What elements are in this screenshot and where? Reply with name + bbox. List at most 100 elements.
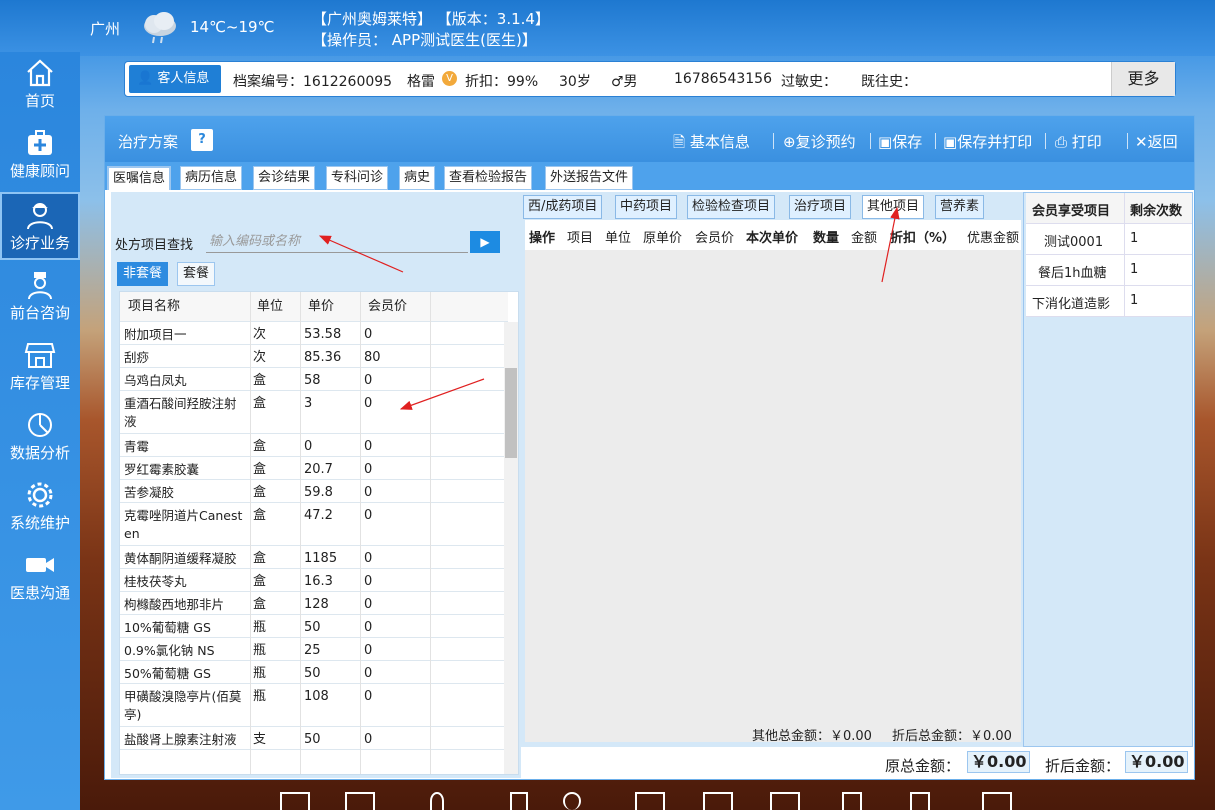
home-icon [27,59,53,87]
tab-consult-result[interactable]: 会诊结果 [253,166,316,190]
item-price: 128 [304,597,329,612]
file-icon[interactable] [635,792,665,810]
benefit-name: 餐后1h血糖 [1038,266,1107,281]
tab-external-report[interactable]: 外送报告文件 [545,166,634,190]
gear-icon [27,482,53,508]
table-row[interactable]: 餐后1h血糖 1 [1026,255,1192,286]
tab-other-items[interactable]: 其他项目 [862,195,925,219]
tab-specialty-inquiry[interactable]: 专科问诊 [326,166,389,190]
tool-icon[interactable] [510,792,528,810]
table-row[interactable]: 桂枝茯苓丸 盒 16.3 0 [120,569,508,592]
table-row[interactable]: 克霉唑阴道片Canesten 盒 47.2 0 [120,503,508,546]
table-row[interactable]: 下消化道造影 1 [1026,286,1192,317]
item-name: 乌鸡白凤丸 [124,373,187,388]
table-row[interactable]: 甲磺酸溴隐亭片(佰莫亭) 瓶 108 0 [120,684,508,727]
table-row[interactable]: 枸橼酸西地那非片 盒 128 0 [120,592,508,615]
top-header: 广州 14℃~19℃ 【广州奥姆莱特】 【版本：3.1.4】 【操作员： APP… [0,0,1215,56]
sidebar-item-inventory[interactable]: 库存管理 [0,334,80,400]
tab-order-info[interactable]: 医嘱信息 [107,166,172,190]
calendar-icon[interactable] [982,792,1012,810]
allergy-label: 过敏史： [781,74,837,90]
item-price: 16.3 [304,574,333,589]
tab-western-medicine[interactable]: 西/成药项目 [523,195,603,219]
table-row[interactable]: 附加项目一 次 53.58 0 [120,322,508,345]
table-row[interactable]: 罗红霉素胶囊 盒 20.7 0 [120,457,508,480]
table-row[interactable]: 重酒石酸间羟胺注射液 盒 3 0 [120,391,508,434]
sidebar-item-analytics[interactable]: 数据分析 [0,404,80,470]
tab-nutrients[interactable]: 营养素 [935,195,985,219]
clipboard-icon[interactable] [280,792,310,810]
item-member-price: 0 [364,551,373,566]
sidebar-item-home[interactable]: 首页 [0,52,80,118]
prescription-table-body [525,250,1021,742]
table-row[interactable]: 测试0001 1 [1026,224,1192,255]
table-row[interactable]: 苦参凝胶 盒 59.8 0 [120,480,508,503]
item-unit: 瓶 [253,620,267,635]
person-icon[interactable] [430,792,444,810]
more-button[interactable]: 更多 [1111,62,1175,96]
file-number: 档案编号：1612260095 [233,74,393,90]
item-price: 53.58 [304,327,342,342]
item-member-price: 0 [364,732,373,747]
item-member-price: 0 [364,327,373,342]
sidebar-item-health[interactable]: 健康顾问 [0,122,80,188]
tab-lab-report[interactable]: 查看检验报告 [444,166,533,190]
print-button[interactable]: ⎙ 打印 [1055,131,1102,152]
sidebar-item-label: 前台咨询 [9,304,70,322]
table-row[interactable]: 刮痧 次 85.36 80 [120,345,508,368]
document-icon[interactable] [345,792,375,810]
table-row[interactable]: 乌鸡白凤丸 盒 58 0 [120,368,508,391]
basic-info-button[interactable]: 🗎 基本信息 [673,131,750,157]
table-row[interactable]: 黄体酮阴道缓释凝胶 盒 1185 0 [120,546,508,569]
save-button[interactable]: ▣保存 [878,131,922,152]
item-price: 50 [304,620,321,635]
search-icon[interactable] [563,792,581,810]
original-total-label: 原总金额： [885,757,961,775]
table-row[interactable]: 盐酸肾上腺素注射液 支 50 0 [120,727,508,750]
item-unit: 盒 [253,485,267,500]
item-name: 0.9%氯化钠 NS [124,643,215,658]
tab-history[interactable]: 病史 [399,166,436,190]
sidebar-item-clinic[interactable]: 诊疗业务 [0,192,80,260]
guest-info-label: 客人信息 [157,71,210,86]
item-member-price: 80 [364,350,381,365]
item-member-price: 0 [364,396,373,411]
prescription-panel: 西/成药项目 中药项目 检验检查项目 治疗项目 其他项目 营养素 操作 项目 单… [521,192,1023,747]
sidebar-item-communication[interactable]: 医患沟通 [0,544,80,610]
sidebar-item-frontdesk[interactable]: 前台咨询 [0,264,80,330]
table-row[interactable]: 青霉 盒 0 0 [120,434,508,457]
benefit-name: 下消化道造影 [1032,297,1111,312]
table-row[interactable]: 50%葡萄糖 GS 瓶 50 0 [120,661,508,684]
save-print-button[interactable]: ▣保存并打印 [943,131,1032,152]
tab-lab-items[interactable]: 检验检查项目 [687,195,776,219]
tab-treatment-items[interactable]: 治疗项目 [789,195,852,219]
temperature-label: 14℃~19℃ [190,18,275,36]
tab-chinese-medicine[interactable]: 中药项目 [615,195,678,219]
scrollbar[interactable] [504,322,518,774]
table-row[interactable]: 10%葡萄糖 GS 瓶 50 0 [120,615,508,638]
speaker-icon[interactable] [910,792,930,810]
speaker-icon[interactable] [842,792,862,810]
phone-label: 16786543156 [674,71,772,87]
back-button[interactable]: ✕返回 [1135,131,1178,152]
sidebar-item-system[interactable]: 系统维护 [0,474,80,540]
divider [870,133,871,149]
tab-package[interactable]: 套餐 [177,262,216,286]
sidebar: 首页 健康顾问 诊疗业务 前台咨询 库存管理 数据分析 系统维护 医患沟通 [0,52,80,810]
tab-medical-record[interactable]: 病历信息 [180,166,243,190]
table-row[interactable]: 0.9%氯化钠 NS 瓶 25 0 [120,638,508,661]
calendar-icon[interactable] [770,792,800,810]
search-input[interactable] [206,231,468,253]
followup-button[interactable]: ⊕复诊预约 [783,131,856,152]
scroll-thumb[interactable] [505,368,517,458]
item-unit: 盒 [253,597,267,612]
help-icon[interactable]: ? [191,129,213,151]
item-member-price: 0 [364,462,373,477]
column-header: 数量 [813,231,840,246]
tab-non-package[interactable]: 非套餐 [117,262,169,286]
column-header: 会员享受项目 [1032,204,1111,219]
search-button[interactable]: ▶ [470,231,500,253]
clipboard-icon[interactable] [703,792,733,810]
item-name: 附加项目一 [124,327,187,342]
item-member-price: 0 [364,485,373,500]
